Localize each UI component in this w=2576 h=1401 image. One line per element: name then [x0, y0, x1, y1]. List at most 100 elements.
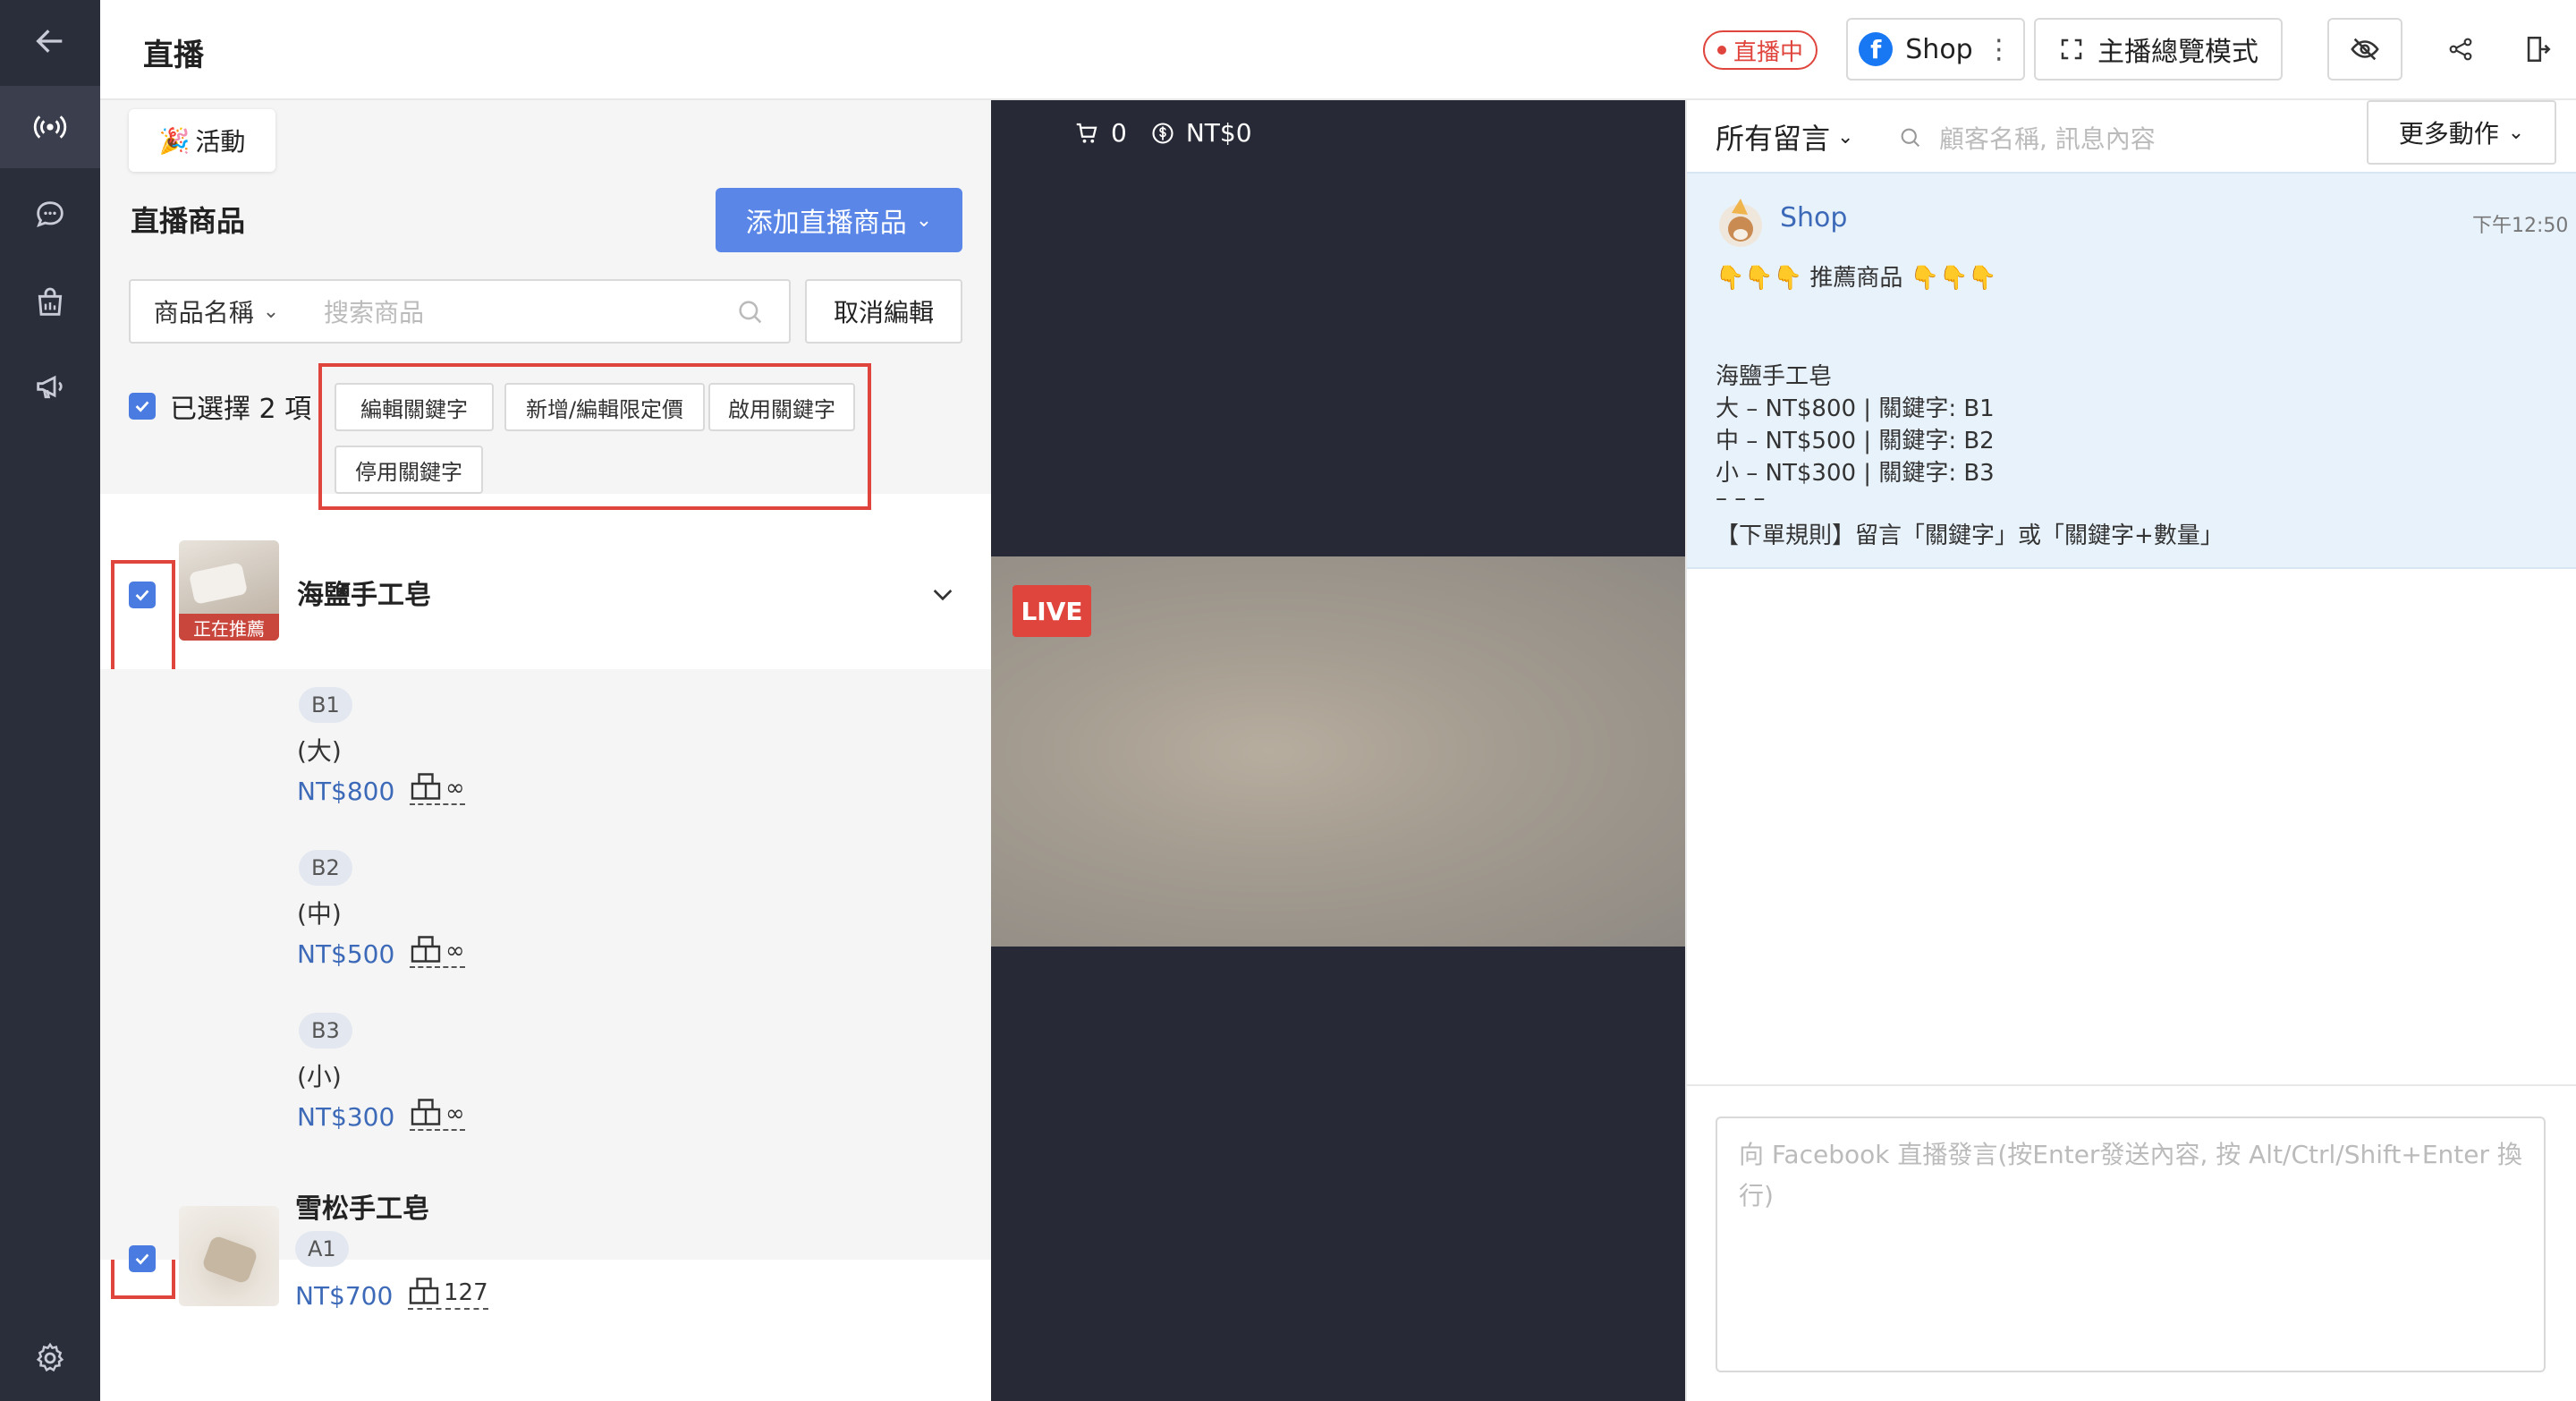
variant-list: [100, 669, 991, 1260]
chevron-down-icon: ⌄: [2507, 121, 2525, 144]
overview-mode-button[interactable]: 主播總覽模式: [2034, 18, 2283, 81]
keyword-tag: B3: [299, 1013, 352, 1049]
comment-filter-dropdown[interactable]: 所有留言 ⌄: [1716, 116, 1853, 157]
select-all[interactable]: 已選擇 2 項: [129, 386, 311, 426]
exit-icon: [2527, 36, 2551, 63]
nav-shop[interactable]: [0, 261, 100, 344]
keyword-tag: B2: [299, 850, 352, 886]
comment-compose-input[interactable]: 向 Facebook 直播發言(按Enter發送內容, 按 Alt/Ctrl/S…: [1716, 1117, 2546, 1372]
variant-price: NT$300: [297, 1102, 395, 1132]
enable-keyword-label: 啟用關鍵字: [728, 396, 835, 422]
facebook-icon: f: [1859, 32, 1894, 66]
enable-keyword-button[interactable]: 啟用關鍵字: [708, 383, 855, 431]
checkbox-checked[interactable]: [129, 393, 156, 420]
activity-button[interactable]: 🎉 活動: [129, 109, 275, 172]
product-price: NT$700: [295, 1281, 394, 1311]
add-live-product-button[interactable]: 添加直播商品 ⌄: [716, 188, 962, 252]
inventory-icon: [409, 1278, 439, 1304]
comments-header: 所有留言 ⌄ 顧客名稱, 訊息內容 更多動作 ⌄: [1687, 100, 2576, 172]
variant-stock[interactable]: ∞: [410, 934, 465, 968]
nav-settings[interactable]: [0, 1317, 100, 1399]
check-icon: [135, 590, 149, 601]
share-button[interactable]: [2429, 18, 2492, 81]
product-thumbnail: [179, 1206, 279, 1306]
comment-time: 下午12:50: [2472, 215, 2569, 237]
stock-value: 127: [444, 1279, 488, 1306]
chevron-down-icon: ⌄: [915, 208, 933, 232]
edit-keyword-button[interactable]: 編輯關鍵字: [335, 383, 494, 431]
stock-value: ∞: [445, 1100, 465, 1127]
edit-keyword-label: 編輯關鍵字: [360, 396, 468, 422]
comment-author[interactable]: Shop: [1780, 202, 1847, 234]
cart-icon: [1076, 123, 1097, 143]
account-switcher-button[interactable]: f Shop ⋮: [1846, 18, 2025, 81]
dollar-circle-icon: [1152, 122, 1174, 144]
more-actions-label: 更多動作: [2398, 119, 2499, 149]
share-icon: [2449, 38, 2472, 61]
recommending-badge: 正在推薦: [179, 614, 279, 641]
live-products-panel: 🎉 活動 直播商品 添加直播商品 ⌄ 商品名稱 ⌄ 搜索商品 取消編輯 已選擇 …: [100, 100, 991, 1401]
edit-limited-price-button[interactable]: 新增/編輯限定價: [504, 383, 705, 431]
comment-line: – – –: [1716, 485, 1766, 512]
comment-line: 中 – NT$500 | 關鍵字: B2: [1716, 428, 1995, 454]
comment-line: 👇👇👇 推薦商品 👇👇👇: [1716, 265, 1997, 292]
compose-placeholder: 向 Facebook 直播發言(按Enter發送內容, 按 Alt/Ctrl/S…: [1739, 1140, 2522, 1210]
nav-messages[interactable]: [0, 174, 100, 256]
stock-value: ∞: [445, 938, 465, 964]
section-title: 直播商品: [131, 204, 246, 238]
top-bar: 直播 直播中 f Shop ⋮ 主播總覽模式: [100, 0, 2576, 100]
chat-bubble-icon: [37, 201, 64, 228]
live-status-text: 直播中: [1733, 38, 1804, 66]
chevron-down-icon[interactable]: [928, 580, 957, 608]
product-search-input[interactable]: 搜索商品: [302, 279, 791, 344]
disable-keyword-button[interactable]: 停用關鍵字: [335, 446, 483, 494]
product-name: 雪松手工皂: [295, 1193, 429, 1225]
variant-size: (小): [297, 1062, 342, 1091]
video-frame[interactable]: LIVE: [991, 556, 1685, 947]
variant-size: (中): [297, 899, 342, 929]
nav-live[interactable]: [0, 86, 100, 168]
megaphone-icon: [37, 375, 63, 399]
nav-rail: [0, 0, 100, 1401]
shopping-bag-icon: [38, 287, 63, 316]
variant-size: (大): [297, 736, 342, 766]
comment-filter-label: 所有留言: [1716, 122, 1831, 156]
variant-stock[interactable]: ∞: [410, 1097, 465, 1131]
variant-price: NT$800: [297, 777, 395, 806]
live-status-badge: 直播中: [1703, 30, 1818, 70]
exit-button[interactable]: [2506, 18, 2569, 81]
eye-off-icon: [2351, 38, 2379, 61]
product-stock[interactable]: 127: [408, 1276, 488, 1310]
more-vertical-icon: ⋮: [1985, 33, 2012, 65]
video-stats: 0 NT$0: [1073, 118, 1252, 148]
comment-line: 大 – NT$800 | 關鍵字: B1: [1716, 395, 1995, 422]
product-checkbox[interactable]: [129, 582, 156, 608]
live-video-area: 0 NT$0 LIVE: [991, 100, 1685, 1401]
comment-line: 小 – NT$300 | 關鍵字: B3: [1716, 460, 1995, 487]
variant-price: NT$500: [297, 939, 395, 969]
comment-search-input[interactable]: 顧客名稱, 訊息內容: [1898, 120, 2156, 156]
product-name: 海鹽手工皂: [297, 580, 431, 611]
search-icon: [739, 301, 762, 324]
comment-item[interactable]: Shop 下午12:50 👇👇👇 推薦商品 👇👇👇 海鹽手工皂 大 – NT$8…: [1687, 172, 2576, 569]
product-search-placeholder: 搜索商品: [324, 298, 425, 327]
filter-select[interactable]: 商品名稱 ⌄: [129, 279, 304, 344]
variant-stock[interactable]: ∞: [410, 771, 465, 805]
hide-toggle-button[interactable]: [2327, 18, 2402, 81]
more-actions-button[interactable]: 更多動作 ⌄: [2367, 100, 2556, 165]
comment-search-placeholder: 顧客名稱, 訊息內容: [1939, 124, 2156, 154]
edit-limited-price-label: 新增/編輯限定價: [525, 396, 684, 422]
keyword-tag: B1: [299, 687, 352, 723]
back-button[interactable]: [0, 0, 100, 82]
check-icon: [135, 401, 149, 412]
add-live-product-label: 添加直播商品: [745, 208, 907, 239]
live-dot-icon: [1717, 46, 1726, 55]
inventory-icon: [411, 1099, 441, 1125]
nav-broadcast[interactable]: [0, 345, 100, 428]
broadcast-icon: [33, 115, 67, 139]
product-checkbox[interactable]: [129, 1245, 156, 1272]
activity-label: 活動: [195, 127, 246, 157]
check-icon: [135, 1253, 149, 1265]
cart-count: 0: [1111, 118, 1127, 148]
cancel-edit-button[interactable]: 取消編輯: [805, 279, 962, 344]
